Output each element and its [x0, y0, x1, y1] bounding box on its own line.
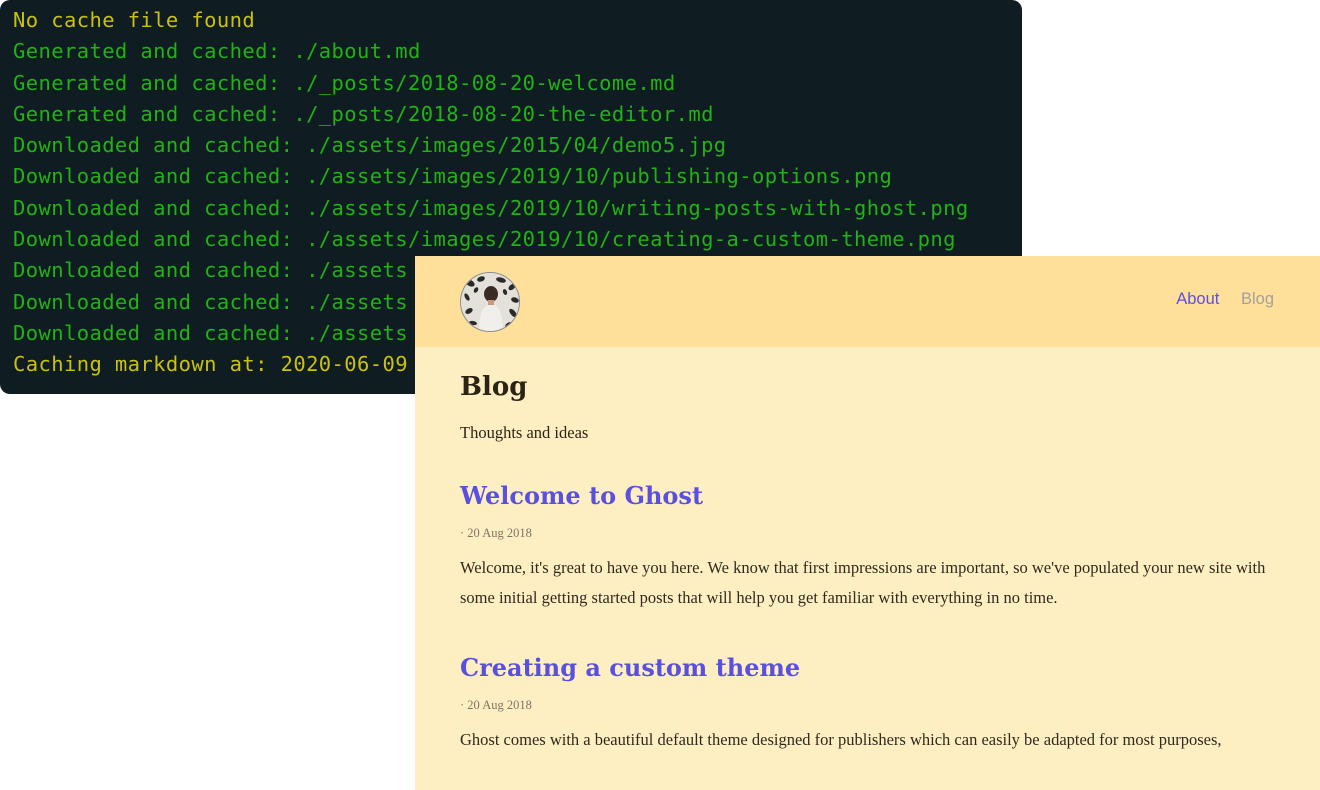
terminal-line: No cache file found [13, 8, 256, 32]
post-item: Welcome to Ghost · 20 Aug 2018 Welcome, … [460, 481, 1275, 613]
post-excerpt: Welcome, it's great to have you here. We… [460, 558, 1266, 607]
post-date: · 20 Aug 2018 [460, 526, 532, 540]
terminal-line: Generated and cached: ./_posts/2018-08-2… [13, 101, 714, 126]
post-item: Creating a custom theme · 20 Aug 2018 Gh… [460, 653, 1275, 755]
post-title-link[interactable]: Creating a custom theme [460, 653, 1275, 682]
terminal-line: Downloaded and cached: ./assets/images/2… [13, 227, 956, 252]
profile-photo-icon [461, 273, 519, 331]
site-header: About Blog [415, 256, 1320, 347]
terminal-line: Downloaded and cached: ./assets/images/2… [13, 133, 727, 158]
nav-about-link[interactable]: About [1176, 290, 1219, 308]
blog-page: About Blog Blog Thoughts and ideas Welco… [415, 256, 1320, 790]
main-nav: About Blog [1159, 290, 1274, 309]
avatar[interactable] [460, 272, 520, 332]
main-content: Blog Thoughts and ideas Welcome to Ghost… [415, 347, 1320, 755]
post-excerpt: Ghost comes with a beautiful default the… [460, 730, 1222, 749]
post-title-link[interactable]: Welcome to Ghost [460, 481, 1275, 510]
terminal-line: Downloaded and cached: ./assets/images/2… [13, 195, 969, 220]
terminal-line: Generated and cached: ./_posts/2018-08-2… [13, 70, 676, 95]
terminal-line: Downloaded and cached: ./assets/images/2… [13, 164, 893, 189]
nav-blog-link[interactable]: Blog [1241, 290, 1274, 308]
page-subtitle: Thoughts and ideas [460, 423, 589, 442]
post-date: · 20 Aug 2018 [460, 698, 532, 712]
page-title: Blog [460, 372, 528, 402]
terminal-line: Generated and cached: ./about.md [13, 39, 421, 64]
